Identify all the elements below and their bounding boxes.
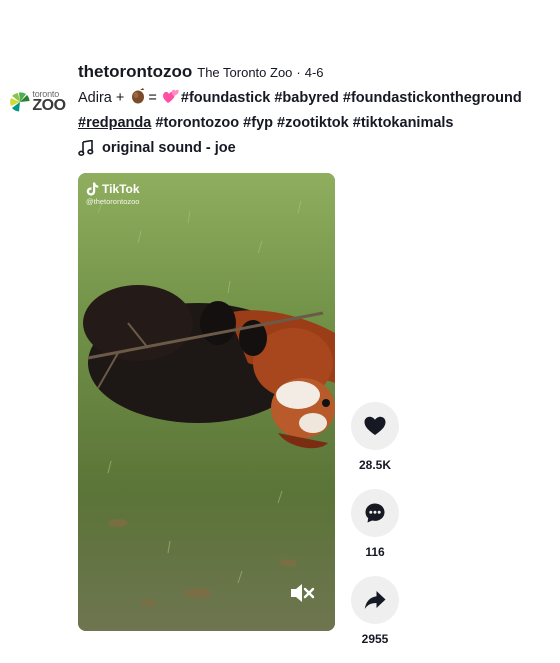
post-info: thetorontozoo The Toronto Zoo · 4-6 Adir… — [78, 62, 558, 156]
heart-icon — [364, 416, 386, 435]
watermark-brand: TikTok — [102, 182, 140, 196]
music-link[interactable]: original sound - joe — [78, 140, 558, 156]
hashtag-link[interactable]: #foundastick — [181, 90, 270, 106]
hearts-emoji-icon — [162, 87, 180, 112]
video-frame-red-panda — [78, 173, 335, 631]
author-nickname[interactable]: The Toronto Zoo — [197, 65, 292, 80]
share-icon — [364, 591, 386, 609]
music-note-icon — [78, 140, 94, 156]
comment-icon — [365, 503, 385, 523]
mute-button[interactable] — [289, 582, 315, 609]
hashtag-link[interactable]: #torontozoo — [155, 115, 239, 131]
avatar-logo-text: toronto ZOO — [32, 90, 66, 114]
avatar[interactable]: toronto ZOO — [10, 74, 66, 130]
like-count: 28.5K — [358, 458, 392, 472]
tiktok-watermark: TikTok @thetorontozoo — [86, 182, 140, 206]
separator: · — [296, 65, 301, 80]
like-button[interactable] — [351, 402, 399, 450]
description-equals: = — [148, 90, 157, 106]
tiktok-logo-icon — [86, 182, 99, 196]
author-line: thetorontozoo The Toronto Zoo · 4-6 — [78, 62, 558, 82]
watermark-handle: @thetorontozoo — [86, 197, 140, 206]
video-player[interactable]: TikTok @thetorontozoo — [78, 173, 335, 631]
hashtag-link[interactable]: #foundastickontheground — [343, 90, 522, 106]
music-title: original sound - joe — [102, 140, 236, 156]
stick-emoji-icon — [129, 87, 147, 112]
description-prefix: Adira + — [78, 90, 125, 106]
avatar-logo-big: ZOO — [32, 97, 66, 114]
hashtag-link[interactable]: #tiktokanimals — [353, 115, 454, 131]
comment-button[interactable] — [351, 489, 399, 537]
comment-count: 116 — [365, 545, 385, 559]
description-line-2: #redpanda #torontozoo #fyp #zootiktok #t… — [78, 112, 558, 134]
username-link[interactable]: thetorontozoo — [78, 62, 192, 82]
toronto-zoo-leaf-logo-icon — [10, 92, 30, 112]
post-date: 4-6 — [304, 65, 324, 80]
hashtag-link[interactable]: #zootiktok — [277, 115, 349, 131]
hashtag-link[interactable]: #redpanda — [78, 115, 151, 131]
hashtag-link[interactable]: #fyp — [243, 115, 273, 131]
volume-muted-icon — [291, 584, 315, 602]
description-line-1: Adira + = #foundastick #babyred #foundas… — [78, 87, 558, 112]
share-button[interactable] — [351, 576, 399, 624]
action-bar: 28.5K 116 2955 — [350, 402, 400, 663]
hashtag-link[interactable]: #babyred — [274, 90, 338, 106]
post-description: Adira + = #foundastick #babyred #foundas… — [78, 87, 558, 134]
